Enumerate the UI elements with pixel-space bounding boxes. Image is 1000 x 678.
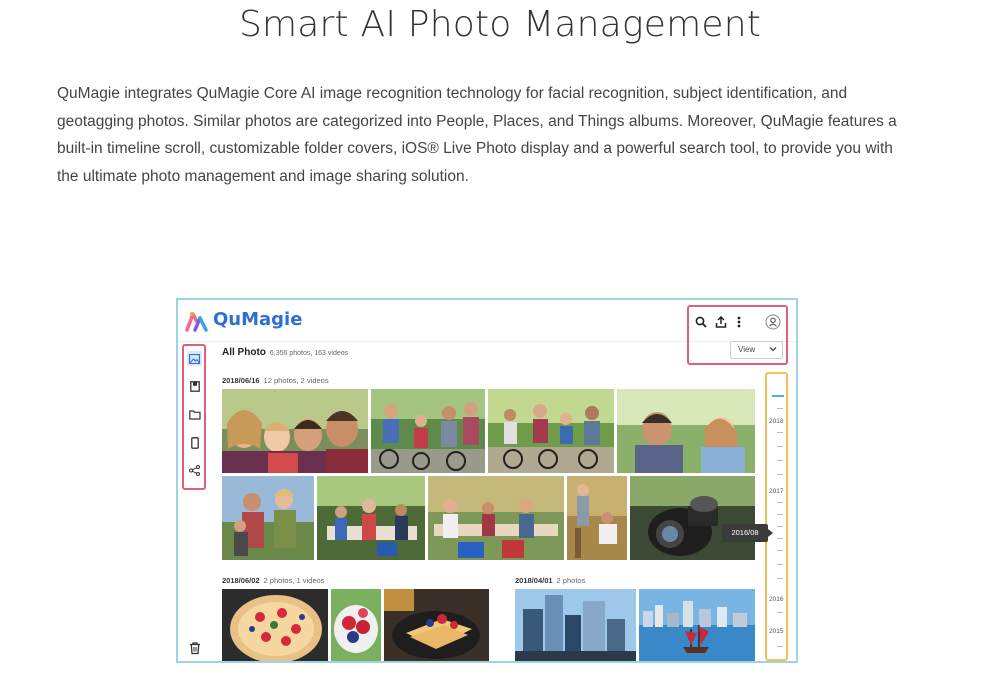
group-count: 2 photos, 1 videos [263,576,325,585]
timeline-tick [777,578,783,579]
photo-thumbnail[interactable] [488,389,614,473]
view-dropdown-label: View [738,345,756,354]
all-photo-title: All Photo [222,347,266,358]
photo-thumbnail[interactable] [222,589,328,661]
timeline-tooltip: 2016/08 [722,524,773,542]
search-icon[interactable] [692,313,710,331]
album-icon[interactable] [187,379,202,394]
timeline-tick [777,612,783,613]
qumagie-logo-icon [185,312,208,332]
timeline-tick [777,514,783,515]
photo-thumbnail[interactable] [630,476,755,560]
qumagie-app-screenshot: QuMagie View All Photo 6,356 photos, 163… [176,298,798,663]
page-description: QuMagie integrates QuMagie Core AI image… [57,85,897,185]
photo-thumbnail[interactable] [222,389,368,473]
topbar-actions-highlight: View [687,305,788,365]
timeline-cursor[interactable] [772,395,784,397]
date-group-label: 2018/06/16 12 photos, 2 videos [222,376,329,385]
group-count: 2 photos [556,576,586,585]
user-account-icon[interactable] [764,313,782,331]
timeline-tick [777,408,783,409]
timeline-tick [777,502,783,503]
app-sidebar [182,344,206,490]
trash-icon[interactable] [188,641,202,655]
all-photo-count: 6,356 photos, 163 videos [269,350,349,357]
timeline-tick [777,432,783,433]
photo-thumbnail[interactable] [639,589,755,661]
app-name: QuMagie [213,309,303,330]
all-photo-heading: All Photo 6,356 photos, 163 videos [222,347,348,358]
timeline-year[interactable]: 2015 [769,628,783,635]
timeline-tick [777,460,783,461]
view-dropdown[interactable]: View [730,341,783,359]
group-date: 2018/06/02 [222,576,260,585]
timeline-tick [777,474,783,475]
folder-icon[interactable] [187,407,202,422]
date-group-label: 2018/06/02 2 photos, 1 videos [222,576,324,585]
photos-icon[interactable] [187,351,202,366]
photo-thumbnail[interactable] [384,589,489,661]
timeline-year[interactable]: 2017 [769,488,783,495]
timeline-tick [777,526,783,527]
date-group-label: 2018/04/01 2 photos [515,576,585,585]
chevron-down-icon [769,347,777,352]
timeline-year[interactable]: 2018 [769,418,783,425]
photo-thumbnail[interactable] [331,589,381,661]
photo-thumbnail[interactable] [222,476,314,560]
timeline-tick [777,538,783,539]
photo-thumbnail[interactable] [371,389,485,473]
timeline-tick [777,446,783,447]
photo-thumbnail[interactable] [617,389,755,473]
group-date: 2018/04/01 [515,576,553,585]
timeline-tick [777,550,783,551]
timeline-tick [777,564,783,565]
photo-thumbnail[interactable] [428,476,564,560]
upload-icon[interactable] [712,313,730,331]
photo-thumbnail[interactable] [515,589,636,661]
timeline-scroll[interactable]: 2018 2017 2016 2015 [765,372,788,661]
photo-thumbnail[interactable] [317,476,425,560]
more-vert-icon[interactable] [730,313,748,331]
photo-thumbnail[interactable] [567,476,627,560]
group-date: 2018/06/16 [222,376,260,385]
phone-icon[interactable] [187,435,202,450]
share-icon[interactable] [187,463,202,478]
timeline-tick [777,646,783,647]
timeline-year[interactable]: 2016 [769,596,783,603]
page-title: Smart AI Photo Management [238,4,762,45]
group-count: 12 photos, 2 videos [263,376,329,385]
